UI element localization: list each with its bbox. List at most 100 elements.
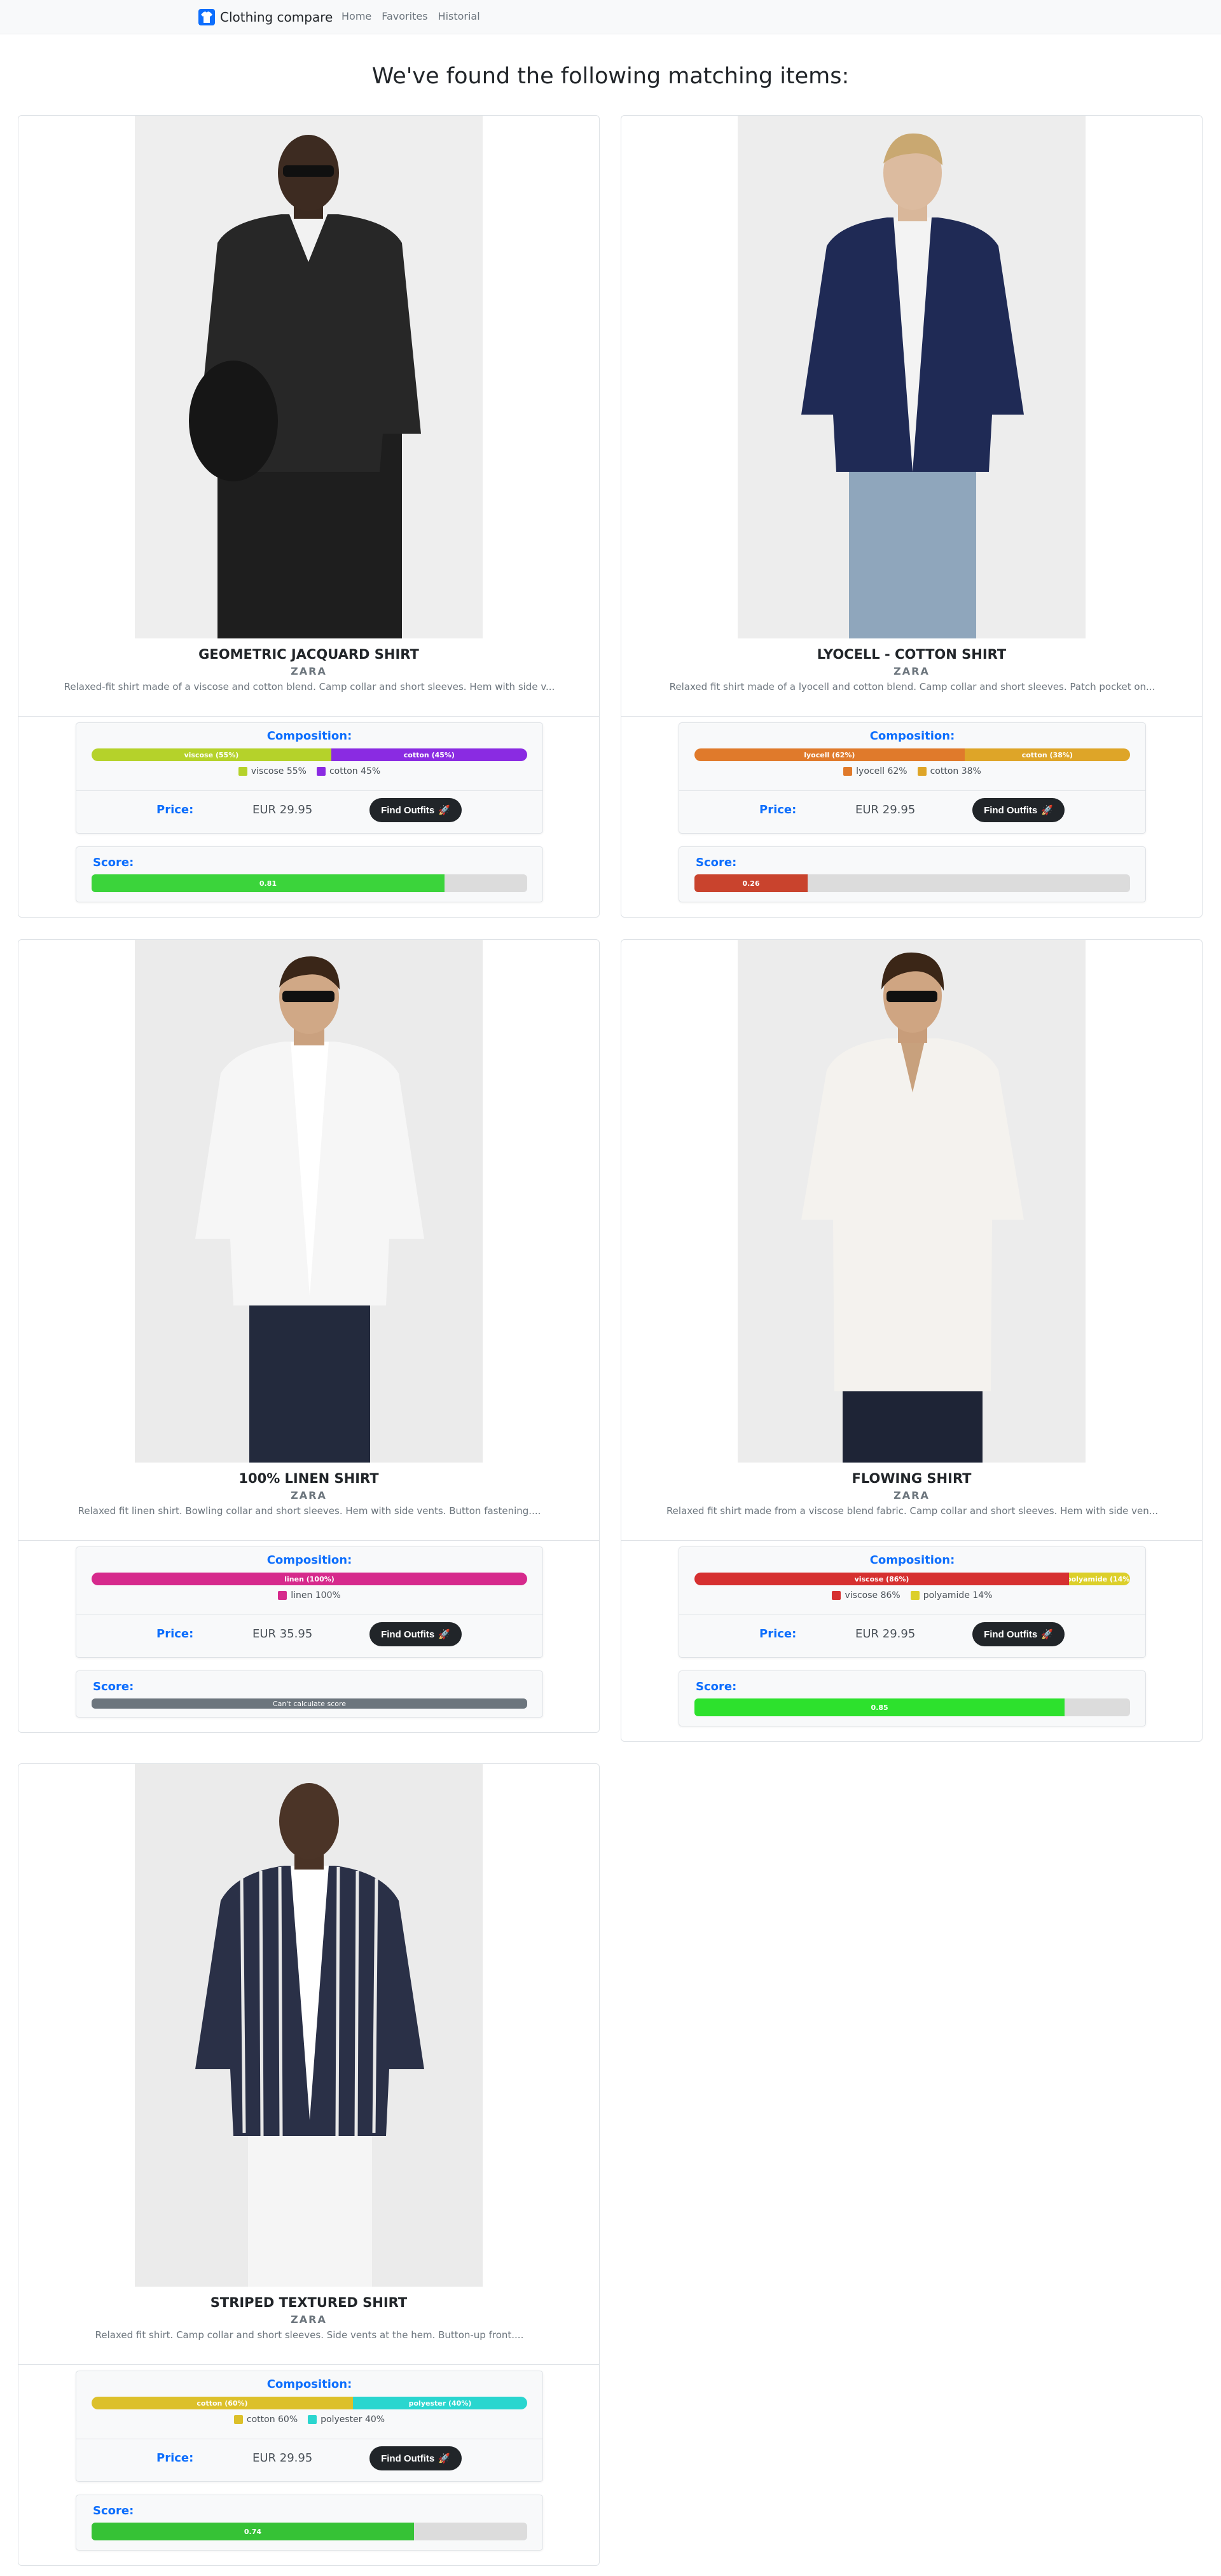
legend-item: linen 100% (278, 1590, 341, 1601)
find-outfits-label: Find Outfits (984, 1629, 1038, 1640)
product-description: Relaxed fit shirt. Camp collar and short… (95, 2329, 524, 2341)
score-title: Score: (93, 1680, 134, 1693)
composition-bar: viscose (86%) polyamide (14%) (694, 1573, 1130, 1585)
product-card: FLOWING SHIRT ZARA Relaxed fit shirt mad… (621, 939, 1203, 1742)
find-outfits-button[interactable]: Find Outfits 🚀 (369, 1622, 462, 1646)
legend-label: cotton 45% (329, 766, 381, 776)
tshirt-icon (198, 9, 215, 25)
legend-item: lyocell 62% (843, 766, 907, 776)
composition-segment: cotton (38%) (964, 748, 1130, 761)
product-image[interactable] (135, 1764, 483, 2287)
legend-swatch (843, 767, 853, 776)
composition-title: Composition: (266, 729, 352, 743)
nav-link-home[interactable]: Home (341, 10, 371, 22)
composition-bar: viscose (55%) cotton (45%) (92, 748, 527, 761)
legend-swatch (316, 767, 326, 776)
score-panel: Score: 0.26 (679, 846, 1146, 902)
score-fill: 0.74 (92, 2523, 414, 2540)
product-card: LYOCELL - COTTON SHIRT ZARA Relaxed fit … (621, 115, 1203, 918)
legend-item: cotton 45% (316, 766, 381, 776)
product-card: GEOMETRIC JACQUARD SHIRT ZARA Relaxed-fi… (18, 115, 600, 918)
legend-swatch (917, 767, 927, 776)
composition-title: Composition: (266, 2378, 352, 2391)
brand-name: Clothing compare (220, 10, 333, 25)
card-divider (18, 716, 599, 717)
brand-link[interactable]: Clothing compare (198, 8, 333, 26)
nav-link-favorites[interactable]: Favorites (382, 10, 427, 22)
rocket-icon: 🚀 (438, 805, 450, 816)
legend-swatch (910, 1591, 920, 1600)
legend-item: polyester 40% (308, 2414, 385, 2425)
composition-segment: cotton (60%) (92, 2397, 353, 2409)
model-photo (738, 116, 1086, 638)
composition-title: Composition: (869, 729, 955, 743)
info-panel: Composition: lyocell (62%) cotton (38%) … (679, 722, 1146, 834)
product-description: Relaxed-fit shirt made of a viscose and … (64, 681, 555, 692)
product-image[interactable] (135, 940, 483, 1463)
composition-legend: lyocell 62% cotton 38% (679, 766, 1145, 776)
composition-legend: viscose 55% cotton 45% (76, 766, 542, 776)
product-name: GEOMETRIC JACQUARD SHIRT (198, 647, 419, 662)
info-panel: Composition: viscose (86%) polyamide (14… (679, 1546, 1146, 1658)
find-outfits-label: Find Outfits (984, 804, 1038, 816)
composition-legend: cotton 60% polyester 40% (76, 2414, 542, 2425)
product-image[interactable] (738, 940, 1086, 1463)
product-image[interactable] (135, 116, 483, 638)
score-fill: 0.26 (694, 874, 808, 892)
price-label: Price: (156, 2451, 194, 2465)
score-track: 0.81 (92, 874, 527, 892)
composition-segment: lyocell (62%) (694, 748, 965, 761)
composition-segment: polyester (40%) (353, 2397, 527, 2409)
score-unavailable: Can't calculate score (92, 1698, 527, 1709)
composition-bar: cotton (60%) polyester (40%) (92, 2397, 527, 2409)
find-outfits-button[interactable]: Find Outfits 🚀 (369, 2446, 462, 2470)
composition-segment: linen (100%) (92, 1573, 527, 1585)
product-brand: ZARA (291, 2313, 327, 2325)
price-value: EUR 29.95 (252, 2451, 313, 2465)
product-image[interactable] (738, 116, 1086, 638)
legend-item: viscose 55% (238, 766, 307, 776)
panel-divider (76, 790, 542, 791)
product-description: Relaxed fit shirt made from a viscose bl… (666, 1505, 1159, 1517)
legend-label: viscose 55% (251, 766, 307, 776)
price-label: Price: (759, 803, 797, 816)
rocket-icon: 🚀 (1041, 1629, 1053, 1640)
find-outfits-button[interactable]: Find Outfits 🚀 (369, 798, 462, 822)
legend-label: cotton 38% (930, 766, 981, 776)
product-name: FLOWING SHIRT (852, 1471, 972, 1486)
find-outfits-button[interactable]: Find Outfits 🚀 (972, 1622, 1065, 1646)
score-panel: Score: 0.74 (76, 2495, 543, 2551)
composition-title: Composition: (266, 1553, 352, 1567)
product-description: Relaxed fit linen shirt. Bowling collar … (78, 1505, 541, 1517)
legend-label: lyocell 62% (856, 766, 907, 776)
composition-bar: lyocell (62%) cotton (38%) (694, 748, 1130, 761)
price-label: Price: (156, 1627, 194, 1641)
info-panel: Composition: viscose (55%) cotton (45%) … (76, 722, 543, 834)
composition-segment: polyamide (14%) (1069, 1573, 1130, 1585)
product-brand: ZARA (893, 1489, 930, 1501)
product-brand: ZARA (893, 665, 930, 677)
rocket-icon: 🚀 (438, 2453, 450, 2464)
composition-segment: viscose (55%) (92, 748, 331, 761)
product-name: 100% LINEN SHIRT (238, 1471, 379, 1486)
find-outfits-label: Find Outfits (381, 1629, 435, 1640)
card-divider (621, 1540, 1202, 1541)
panel-divider (679, 790, 1145, 791)
product-name: STRIPED TEXTURED SHIRT (210, 2295, 408, 2310)
score-track: 0.85 (694, 1698, 1130, 1716)
score-title: Score: (696, 1680, 737, 1693)
price-value: EUR 29.95 (252, 803, 313, 816)
rocket-icon: 🚀 (1041, 805, 1053, 816)
price-label: Price: (759, 1627, 797, 1641)
composition-bar: linen (100%) (92, 1573, 527, 1585)
legend-label: polyamide 14% (923, 1590, 993, 1601)
nav-links: Home Favorites Historial (341, 10, 480, 22)
info-panel: Composition: linen (100%) linen 100% Pri… (76, 1546, 543, 1658)
find-outfits-button[interactable]: Find Outfits 🚀 (972, 798, 1065, 822)
find-outfits-label: Find Outfits (381, 2453, 435, 2464)
legend-swatch (832, 1591, 841, 1600)
nav-link-historial[interactable]: Historial (438, 10, 480, 22)
price-value: EUR 35.95 (252, 1627, 313, 1641)
model-photo (738, 940, 1086, 1463)
price-label: Price: (156, 803, 194, 816)
